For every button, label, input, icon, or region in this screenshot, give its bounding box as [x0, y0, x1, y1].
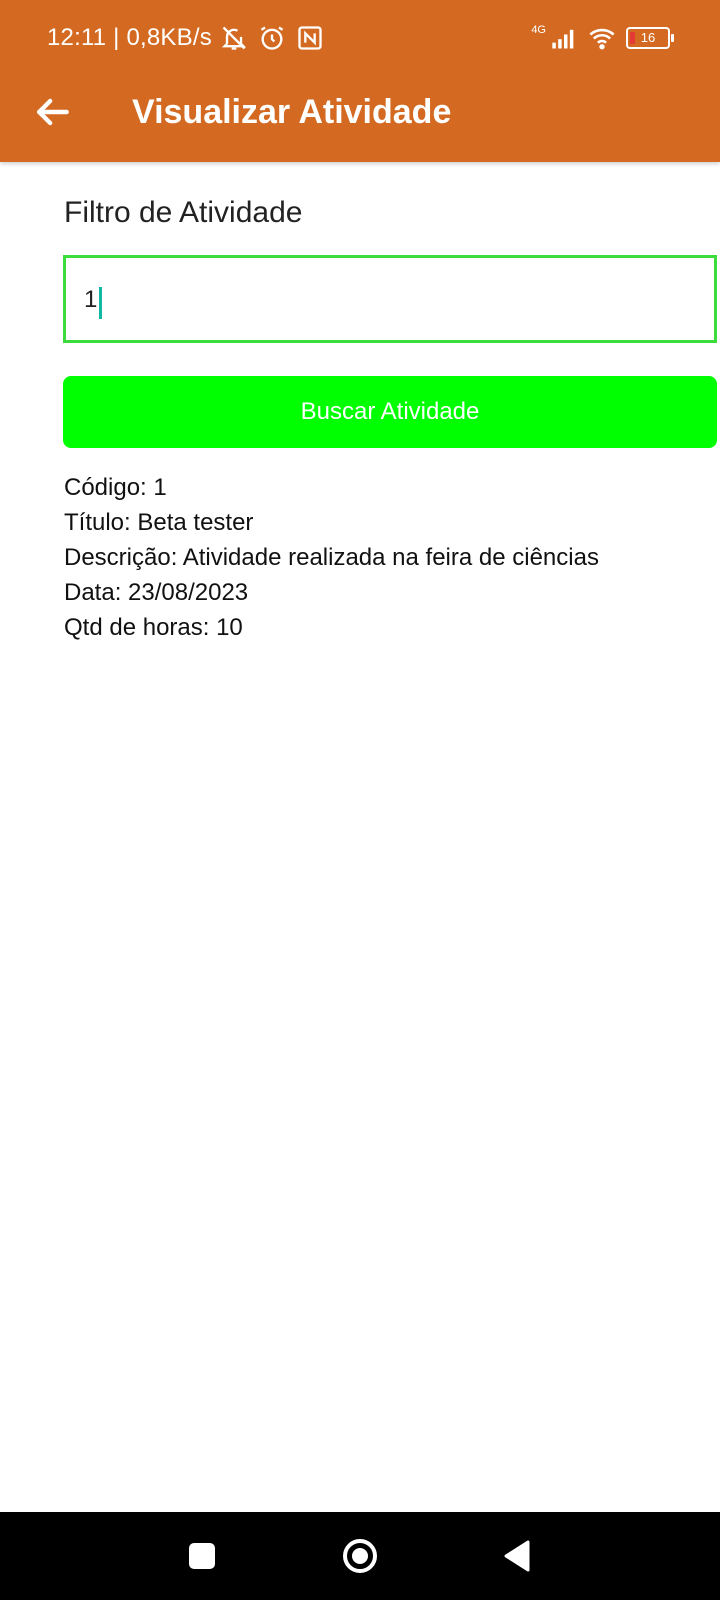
app-bar: 12:11 | 0,8KB/s 4G 16 Visualizar Ativida…	[0, 0, 720, 162]
result-horas: Qtd de horas: 10	[64, 614, 243, 641]
recents-icon[interactable]	[180, 1534, 224, 1578]
battery-icon: 16	[626, 27, 674, 49]
filter-input[interactable]	[84, 278, 684, 322]
back-icon[interactable]	[496, 1534, 540, 1578]
status-bar: 12:11 | 0,8KB/s 4G 16	[0, 0, 720, 80]
page-title: Visualizar Atividade	[132, 93, 452, 131]
activity-result: Código: 1 Título: Beta tester Descrição:…	[64, 470, 599, 645]
arrow-left-icon[interactable]	[30, 90, 74, 134]
signal-icon	[552, 29, 574, 49]
result-data: Data: 23/08/2023	[64, 579, 249, 606]
bell-off-icon	[221, 26, 247, 50]
result-descricao: Descrição: Atividade realizada na feira …	[64, 544, 599, 571]
result-titulo: Título: Beta tester	[64, 509, 254, 536]
filter-label: Filtro de Atividade	[64, 196, 303, 229]
nfc-icon	[298, 26, 322, 50]
status-time: 12:11 | 0,8KB/s	[47, 24, 212, 51]
status-icons-left	[220, 24, 324, 52]
network-type: 4G	[531, 24, 546, 36]
wifi-icon	[589, 28, 615, 50]
battery-level: 16	[640, 30, 656, 45]
system-nav-bar	[0, 1512, 720, 1600]
home-icon[interactable]	[338, 1534, 382, 1578]
search-button[interactable]: Buscar Atividade	[63, 376, 717, 448]
status-icons-right: 4G 16	[531, 24, 674, 52]
filter-field[interactable]	[63, 255, 717, 343]
result-codigo: Código: 1	[64, 474, 167, 501]
alarm-icon	[260, 26, 284, 50]
text-cursor	[99, 287, 102, 319]
